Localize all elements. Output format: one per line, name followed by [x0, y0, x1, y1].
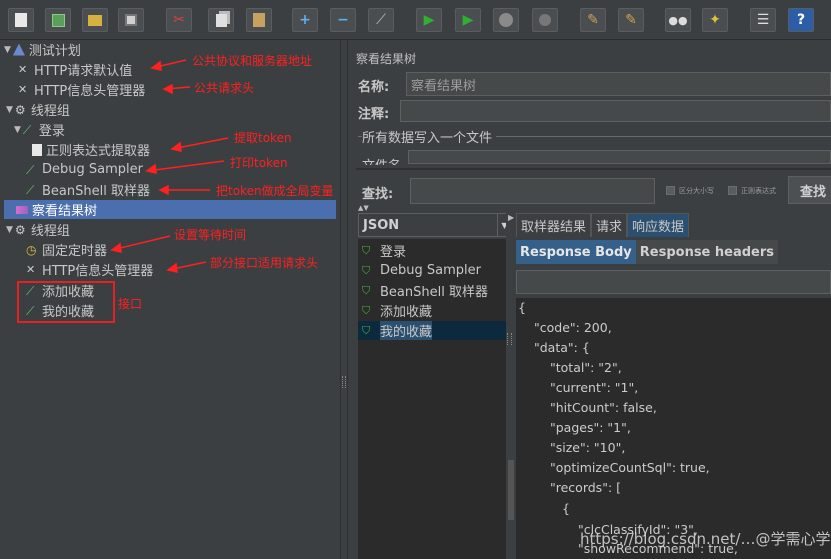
watermark: https://blog.csdn.net/…@学需心学渣研7 — [580, 530, 831, 548]
json-line: "total": "2", — [550, 360, 622, 375]
expand-icon[interactable]: + — [292, 8, 318, 32]
search-icon[interactable]: ●● — [665, 8, 691, 32]
templates-icon[interactable] — [45, 8, 71, 32]
pass-shield-icon: ⛉ — [362, 303, 371, 317]
list-scrollbar[interactable] — [508, 460, 514, 520]
copy-icon[interactable] — [208, 8, 234, 32]
shutdown-icon[interactable] — [532, 8, 558, 32]
file-section-title: 所有数据写入一个文件 — [362, 127, 497, 146]
sample-result-list: ⛉ 登录 ⛉ Debug Sampler ⛉ BeanShell 取样器 ⛉ 添加收藏 … — [358, 239, 506, 559]
filename-field[interactable] — [408, 150, 831, 164]
save-icon[interactable] — [118, 8, 144, 32]
response-body-text[interactable]: { "code": 200, "data": { "total": "2", "… — [516, 298, 831, 559]
pass-shield-icon: ⛉ — [362, 323, 371, 337]
list-item-label: Debug Sampler — [380, 263, 481, 278]
comment-label: 注释: — [358, 107, 390, 122]
start-icon[interactable]: ▶ — [416, 8, 442, 32]
list-item[interactable]: ⛉ 登录 — [362, 241, 407, 261]
clear-all-icon[interactable]: ✎ — [618, 8, 644, 32]
renderer-value: JSON — [363, 217, 400, 233]
open-icon[interactable] — [82, 8, 108, 32]
json-line: "current": "1", — [550, 380, 639, 395]
json-line: "optimizeCountSql": true, — [550, 460, 710, 475]
search-label: 查找: — [362, 187, 394, 202]
renderer-select[interactable]: JSON ▼ — [358, 213, 512, 237]
function-helper-icon[interactable]: ☰ — [750, 8, 776, 32]
name-label: 名称: — [358, 80, 390, 95]
tab-response-data[interactable]: 响应数据 — [627, 213, 690, 237]
paste-icon[interactable] — [246, 8, 272, 32]
divider — [356, 168, 831, 170]
json-line: "code": 200, — [534, 320, 612, 335]
annotation-public-header: 公共请求头 — [194, 81, 255, 95]
case-sensitive-label: 区分大小写 — [679, 187, 714, 195]
tab-response-body[interactable]: Response Body — [516, 240, 636, 264]
collapse-arrows-icon[interactable]: ▲▼ — [358, 204, 369, 212]
cut-icon[interactable]: ✂ — [166, 8, 192, 32]
json-line: "data": { — [534, 340, 590, 355]
json-line: "hitCount": false, — [550, 400, 657, 415]
list-item[interactable]: ⛉ 添加收藏 — [362, 301, 433, 321]
list-item-label: 我的收藏 — [380, 321, 433, 340]
json-line: { — [518, 300, 526, 315]
annotation-protocol: 公共协议和服务器地址 — [192, 54, 313, 68]
annotation-extract-token: 提取token — [234, 131, 292, 145]
result-tabs: 取样器结果 请求 响应数据 — [516, 213, 690, 237]
view-results-tree-panel: 察看结果树 名称: 察看结果树 注释: 所有数据写入一个文件 文件名 查找: 区… — [348, 40, 831, 559]
annotation-interface: 接口 — [118, 297, 143, 311]
clear-icon[interactable]: ✎ — [580, 8, 606, 32]
pass-shield-icon: ⛉ — [362, 243, 371, 257]
search-button[interactable]: 查找 — [788, 176, 831, 204]
splitter[interactable] — [340, 40, 348, 559]
annotation-print-token: 打印token — [230, 156, 288, 170]
response-subtabs: Response Body Response headers — [516, 240, 779, 264]
reset-search-icon[interactable]: ✦ — [702, 8, 728, 32]
list-item-label: 添加收藏 — [380, 305, 433, 320]
toggle-icon[interactable]: ⟋ — [368, 8, 394, 32]
tab-response-headers[interactable]: Response headers — [635, 240, 779, 264]
regex-label: 正则表达式 — [741, 187, 776, 195]
grip-icon — [342, 376, 346, 388]
toolbar: ✂ + − ⟋ ▶ ▶ ✎ ✎ ●● ✦ ☰ ? — [0, 0, 831, 40]
arrow-right-icon[interactable]: ▶ — [508, 213, 514, 222]
test-plan-tree: ▼ 测试计划 ✕ HTTP请求默认值 ✕ HTTP信息头管理器 ▼ ⚙ 线程组 … — [0, 40, 340, 559]
comment-field[interactable] — [400, 100, 831, 122]
list-item-selected[interactable]: ⛉ 我的收藏 — [358, 321, 506, 340]
pass-shield-icon: ⛉ — [362, 283, 371, 297]
case-sensitive-checkbox[interactable] — [666, 186, 675, 195]
start-no-pause-icon[interactable]: ▶ — [455, 8, 481, 32]
new-icon[interactable] — [8, 8, 34, 32]
regex-checkbox[interactable] — [728, 186, 737, 195]
help-icon[interactable]: ? — [788, 8, 814, 32]
search-input[interactable] — [410, 178, 655, 204]
filename-label: 文件名 — [362, 155, 401, 165]
response-toolbar — [516, 270, 831, 294]
list-item-label: BeanShell 取样器 — [380, 285, 488, 300]
tab-request[interactable]: 请求 — [591, 213, 628, 237]
json-line: "records": [ — [550, 480, 622, 495]
annotation-global-token: 把token做成全局变量 — [216, 184, 334, 198]
pass-shield-icon: ⛉ — [362, 263, 371, 277]
stop-icon[interactable] — [493, 8, 519, 32]
name-field[interactable]: 察看结果树 — [406, 72, 831, 96]
interface-highlight-box — [17, 281, 115, 323]
json-line: "pages": "1", — [550, 420, 631, 435]
list-item[interactable]: ⛉ Debug Sampler — [362, 261, 481, 280]
grip-icon — [507, 333, 512, 345]
annotation-wait-time: 设置等待时间 — [174, 228, 247, 242]
json-line: "size": "10", — [550, 440, 626, 455]
json-line: { — [562, 501, 570, 516]
list-item[interactable]: ⛉ BeanShell 取样器 — [362, 281, 488, 301]
list-item-label: 登录 — [380, 245, 407, 260]
annotation-partial-header: 部分接口适用请求头 — [210, 256, 319, 270]
tab-sampler-result[interactable]: 取样器结果 — [516, 213, 592, 237]
collapse-icon[interactable]: − — [330, 8, 356, 32]
panel-title: 察看结果树 — [356, 52, 417, 66]
